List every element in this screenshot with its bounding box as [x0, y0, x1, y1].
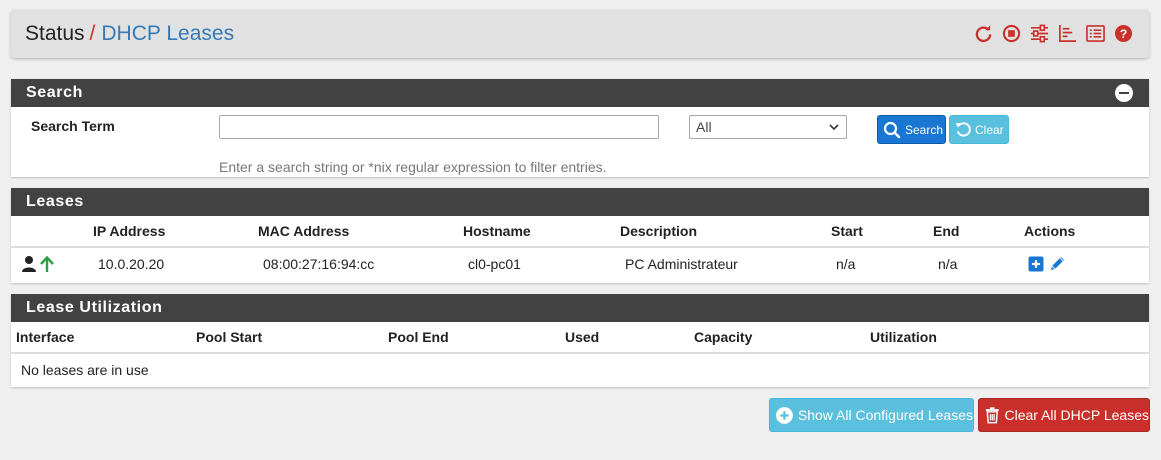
search-panel: Search Search Term All Search Clear Ente…	[11, 79, 1149, 177]
help-icon[interactable]: ?	[1114, 24, 1133, 43]
search-term-label: Search Term	[31, 118, 115, 134]
lease-ip: 10.0.20.20	[98, 256, 165, 272]
search-button[interactable]: Search	[877, 115, 946, 144]
empty-utilization-message: No leases are in use	[21, 362, 149, 378]
search-filter-value: All	[696, 119, 712, 135]
column-header[interactable]: Interface	[16, 322, 74, 352]
search-filter-select[interactable]: All	[689, 115, 847, 139]
svg-text:?: ?	[1120, 27, 1128, 41]
search-help-text: Enter a search string or *nix regular ex…	[219, 159, 607, 175]
column-header[interactable]: Utilization	[870, 322, 937, 352]
sliders-icon[interactable]	[1030, 24, 1049, 43]
search-panel-title: Search	[26, 84, 83, 101]
clear-button-label: Clear	[975, 122, 1004, 137]
plus-circle-icon	[776, 406, 793, 424]
show-all-leases-label: Show All Configured Leases	[797, 407, 973, 423]
collapse-icon[interactable]	[1115, 84, 1133, 102]
clear-all-leases-label: Clear All DHCP Leases	[1004, 407, 1149, 423]
lease-description: PC Administrateur	[625, 256, 738, 272]
lease-end: n/a	[938, 256, 958, 272]
lease-actions	[1028, 255, 1066, 273]
table-row: No leases are in use	[11, 354, 1149, 387]
leases-table-header: IP Address MAC Address Hostname Descript…	[11, 216, 1149, 248]
lease-hostname: cl0-pc01	[468, 256, 521, 272]
column-header[interactable]: Capacity	[694, 322, 752, 352]
breadcrumb-status[interactable]: Status	[25, 22, 85, 45]
leases-panel: Leases IP Address MAC Address Hostname D…	[11, 188, 1149, 283]
search-button-label: Search	[905, 122, 944, 137]
column-header[interactable]: Pool End	[388, 322, 449, 352]
column-header[interactable]: Pool Start	[196, 322, 262, 352]
table-row: 10.0.20.20 08:00:27:16:94:cc cl0-pc01 PC…	[11, 248, 1149, 281]
pencil-icon[interactable]	[1048, 255, 1066, 273]
search-icon	[883, 121, 901, 138]
utilization-table-header: Interface Pool Start Pool End Used Capac…	[11, 322, 1149, 354]
bar-chart-icon[interactable]	[1058, 24, 1077, 43]
breadcrumb: Status / DHCP Leases	[25, 22, 234, 46]
leases-panel-title: Leases	[26, 193, 84, 210]
reload-icon[interactable]	[974, 24, 993, 43]
column-header: Actions	[1024, 223, 1076, 239]
add-static-mapping-icon[interactable]	[1028, 256, 1044, 272]
column-header[interactable]: Description	[620, 216, 697, 246]
user-icon	[22, 256, 36, 272]
column-header[interactable]: End	[933, 216, 959, 246]
header-toolbar: ?	[974, 24, 1133, 43]
search-input[interactable]	[219, 115, 659, 139]
lease-utilization-panel: Lease Utilization Interface Pool Start P…	[11, 294, 1149, 387]
undo-icon	[955, 122, 971, 137]
utilization-panel-title: Lease Utilization	[26, 299, 163, 316]
show-all-leases-button[interactable]: Show All Configured Leases	[769, 398, 974, 432]
column-header[interactable]: Used	[565, 322, 599, 352]
list-icon[interactable]	[1086, 24, 1105, 43]
column-header[interactable]: Hostname	[463, 216, 531, 246]
trash-icon	[985, 407, 999, 424]
page-title[interactable]: DHCP Leases	[101, 22, 234, 45]
stop-icon[interactable]	[1002, 24, 1021, 43]
leases-panel-heading: Leases	[11, 188, 1149, 216]
clear-all-leases-button[interactable]: Clear All DHCP Leases	[978, 398, 1150, 432]
lease-start: n/a	[836, 256, 856, 272]
page-header: Status / DHCP Leases ?	[11, 10, 1149, 58]
lease-status-icons	[21, 255, 55, 273]
chevron-down-icon	[829, 124, 839, 131]
column-header[interactable]: IP Address	[93, 216, 165, 246]
column-header[interactable]: Start	[831, 216, 863, 246]
arrow-up-icon	[40, 255, 54, 272]
clear-button[interactable]: Clear	[949, 115, 1009, 144]
search-panel-heading: Search	[11, 79, 1149, 107]
utilization-panel-heading: Lease Utilization	[11, 294, 1149, 322]
column-header[interactable]: MAC Address	[258, 216, 349, 246]
lease-mac: 08:00:27:16:94:cc	[263, 256, 375, 272]
breadcrumb-separator: /	[89, 22, 96, 45]
